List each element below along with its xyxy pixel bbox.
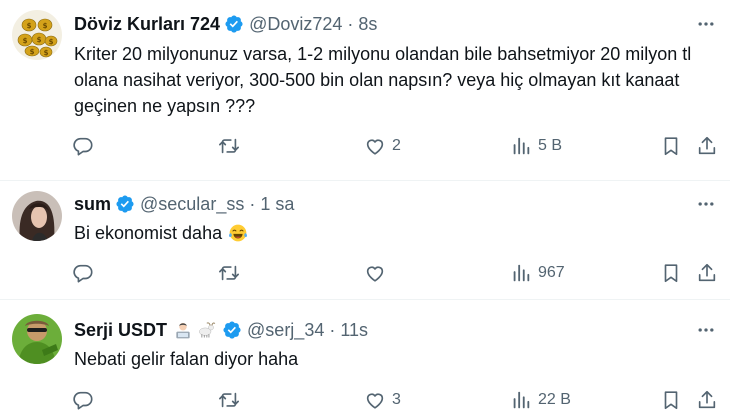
like-count: 3 <box>392 391 401 408</box>
reply-icon <box>73 391 93 410</box>
action-bar: 3 22 B <box>66 388 724 412</box>
like-icon <box>366 139 384 155</box>
views-icon <box>513 264 530 282</box>
tweet-text-row: Bi ekonomist daha <box>74 220 710 246</box>
retweet-button[interactable] <box>218 261 246 285</box>
handle[interactable]: @Doviz724 <box>249 13 342 35</box>
verified-badge-icon <box>224 14 244 34</box>
handle[interactable]: @serj_34 <box>247 319 324 341</box>
retweet-icon <box>219 392 239 408</box>
retweet-icon <box>219 265 239 281</box>
reply-icon <box>73 264 93 283</box>
svg-text:$: $ <box>49 38 54 46</box>
views-button[interactable]: 5 B <box>510 134 562 158</box>
views-icon <box>513 391 530 409</box>
action-bar: 2 5 B <box>66 134 724 158</box>
bookmark-icon <box>664 137 678 156</box>
svg-text:$: $ <box>44 49 49 57</box>
face-with-tears-of-joy-icon <box>228 223 248 243</box>
avatar[interactable] <box>12 191 62 241</box>
like-button[interactable]: 3 <box>364 388 401 412</box>
more-icon[interactable] <box>696 194 716 214</box>
share-icon <box>698 136 716 155</box>
tweet-1[interactable]: $ $ $ $ $ $ $ Döviz Kurları 724 @Doviz724 · … <box>0 0 730 180</box>
svg-text:$: $ <box>30 48 35 56</box>
share-button[interactable] <box>696 261 718 285</box>
display-name[interactable]: sum <box>74 193 111 215</box>
separator-dot: · <box>329 320 336 340</box>
avatar[interactable] <box>12 314 62 364</box>
more-icon[interactable] <box>696 14 716 34</box>
svg-text:$: $ <box>43 22 48 30</box>
share-icon <box>698 263 716 282</box>
separator-dot: · <box>347 14 354 34</box>
share-button[interactable] <box>696 134 718 158</box>
views-button[interactable]: 967 <box>510 261 565 285</box>
like-count: 2 <box>392 137 401 154</box>
retweet-button[interactable] <box>218 134 246 158</box>
reply-icon <box>73 137 93 156</box>
display-name[interactable]: Serji USDT <box>74 319 167 341</box>
like-icon <box>366 393 384 409</box>
views-icon <box>513 137 530 155</box>
tweet-header: sum @secular_ss · 1 sa <box>74 193 294 215</box>
tweet-header: Serji USDT @serj_34 · 11s <box>74 319 368 341</box>
reply-button[interactable] <box>72 388 100 412</box>
like-icon <box>366 266 384 282</box>
tweet-text: Bi ekonomist daha <box>74 223 223 243</box>
bookmark-icon <box>664 264 678 283</box>
man-technologist-emoji-icon <box>173 320 193 340</box>
views-button[interactable]: 22 B <box>510 388 571 412</box>
svg-text:$: $ <box>23 37 28 45</box>
tweet-header: Döviz Kurları 724 @Doviz724 · 8s <box>74 13 377 35</box>
retweet-button[interactable] <box>218 388 246 412</box>
more-icon[interactable] <box>696 320 716 340</box>
reply-button[interactable] <box>72 261 100 285</box>
bookmark-icon <box>664 391 678 410</box>
avatar[interactable]: $ $ $ $ $ $ $ <box>12 10 62 60</box>
tweet-2[interactable]: sum @secular_ss · 1 sa Bi ekonomist daha <box>0 181 730 299</box>
bookmark-button[interactable] <box>660 388 682 412</box>
display-name[interactable]: Döviz Kurları 724 <box>74 13 220 35</box>
svg-text:$: $ <box>27 22 32 30</box>
share-icon <box>698 390 716 409</box>
retweet-icon <box>219 138 239 154</box>
view-count: 967 <box>538 264 565 281</box>
svg-text:$: $ <box>37 36 42 44</box>
tweet-text: Kriter 20 milyonunuz varsa, 1-2 milyonu … <box>74 44 692 116</box>
tweet-text: Nebati gelir falan diyor haha <box>74 349 299 369</box>
like-button[interactable]: 2 <box>364 134 401 158</box>
view-count: 22 B <box>538 391 571 408</box>
goat-emoji-icon <box>196 320 216 340</box>
share-button[interactable] <box>696 388 718 412</box>
action-bar: 967 <box>66 261 724 285</box>
verified-badge-icon <box>115 194 135 214</box>
bookmark-button[interactable] <box>660 261 682 285</box>
handle[interactable]: @secular_ss <box>140 193 244 215</box>
reply-button[interactable] <box>72 134 100 158</box>
timestamp[interactable]: 8s <box>358 13 377 35</box>
separator-dot: · <box>249 194 256 214</box>
bookmark-button[interactable] <box>660 134 682 158</box>
view-count: 5 B <box>538 137 563 154</box>
timestamp[interactable]: 1 sa <box>260 193 294 215</box>
verified-badge-icon <box>222 320 242 340</box>
like-button[interactable] <box>364 261 392 285</box>
tweet-3[interactable]: Serji USDT @serj_34 · 11s Nebati gelir f… <box>0 300 730 420</box>
timestamp[interactable]: 11s <box>340 319 368 341</box>
